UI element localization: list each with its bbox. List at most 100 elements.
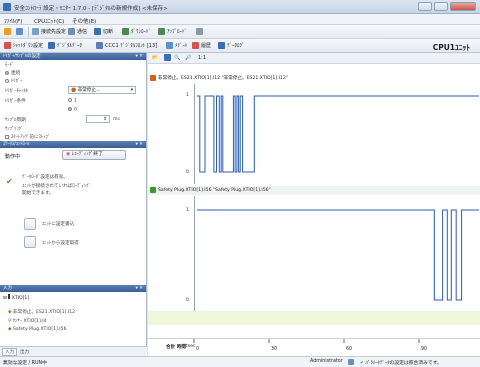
menu-icon: [196, 28, 203, 35]
tree-item-estop[interactable]: ◆ 非常停止。ES21.XTIO[1].I12: [8, 309, 75, 315]
menu-bar: ﾌｧｲﾙ(F) CPUﾕﾆｯﾄ(C) その他(E): [0, 14, 480, 25]
write-settings-label[interactable]: ﾕﾆｯﾄに設定書込: [42, 221, 74, 227]
x-tick-label: 30: [271, 346, 277, 352]
tree-root[interactable]: ⊟ XTIO[1]: [3, 294, 29, 301]
tab-output[interactable]: 出力: [20, 349, 29, 355]
mode-continuous-radio[interactable]: 連続: [5, 70, 20, 76]
sample-label: ｻﾝﾌﾟﾙ周期: [5, 118, 26, 123]
mode-label: ﾓｰﾄﾞ: [5, 63, 15, 68]
shutdown-icon: [4, 42, 11, 49]
read-icon[interactable]: [24, 236, 36, 248]
download-button[interactable]: ﾀﾞｳﾝﾛｰﾄﾞ: [122, 28, 151, 37]
read-settings-label[interactable]: ﾕﾆｯﾄから設定取得: [42, 240, 79, 246]
signal1-line: [197, 95, 479, 173]
download-icon: [122, 28, 129, 35]
connect-settings-button[interactable]: 接続先設定: [32, 28, 66, 37]
io-section-header: 入力 ▾ ✕: [0, 285, 146, 292]
tab-input[interactable]: 入力: [2, 348, 18, 356]
menu-file[interactable]: ﾌｧｲﾙ(F): [4, 17, 22, 25]
digital-icon: [48, 42, 55, 49]
history-button[interactable]: 履歴: [192, 42, 211, 51]
y-label-1-b: 1: [186, 208, 189, 213]
status-bar: 無効な設定 / RUN中 Administrator ✔ ﾊﾟﾗﾒｰﾀﾃﾞｰﾀの…: [0, 356, 480, 367]
window-title: 安全ｺﾝﾄﾛｰﾗ 設定・ﾓﾆﾀｰ 1.7.0 - [ﾃﾞｼﾞﾀﾙの新規作成] <…: [14, 6, 168, 12]
view-toolbar: ｼｬｯﾄﾀﾞｳﾝ設定 ﾃﾞｼﾞﾀﾙﾃﾞｰﾀ CCC1 ﾃﾞｼﾞﾀﾙﾌﾛﾝﾄ [1…: [0, 39, 480, 53]
trigger-channel-select[interactable]: ⬤ 非常停止... ▾: [68, 86, 136, 94]
status-section-header: ｽﾃｰﾀｽ/ｺﾝﾄﾛｰﾙ ▾ ✕: [0, 141, 146, 148]
disconnect-button[interactable]: 切断: [94, 28, 113, 37]
y-label-0-a: 0: [186, 170, 189, 175]
message-line3: 開始できます。: [22, 191, 54, 196]
tree-item-sensor[interactable]: ⚲ ｾﾝｻｰ XTIO[1].I4: [8, 318, 47, 324]
cond-one-radio[interactable]: 1: [68, 98, 77, 104]
title-bar: 安全ｺﾝﾄﾛｰﾗ 設定・ﾓﾆﾀｰ 1.7.0 - [ﾃﾞｼﾞﾀﾙの新規作成] <…: [0, 0, 480, 14]
minimize-button[interactable]: [418, 2, 432, 11]
new-icon: [4, 28, 11, 35]
upload-icon: [158, 28, 165, 35]
meter-button[interactable]: ﾒﾃﾞｰﾄ: [166, 42, 188, 51]
x-axis-ticks: 030609012: [193, 339, 427, 352]
open-icon[interactable]: 📂: [152, 54, 158, 63]
new-button[interactable]: [4, 28, 13, 37]
status-unit-icon: [348, 359, 356, 366]
signal2-header: Safety Plug.XTIO[1].I56 "Safety Plug.XTI…: [148, 186, 480, 195]
history-icon: [192, 42, 199, 49]
x-tick-label: 0: [196, 346, 199, 352]
message-line2: ﾕﾆｯﾄが接続されていればﾛｰﾃﾞｨﾝｸﾞ: [22, 184, 91, 189]
main-toolbar: 接続先設定 通信 切断 ﾀﾞｳﾝﾛｰﾄﾞ ｱｯﾌﾟﾛｰﾄﾞ: [0, 25, 480, 39]
shutdown-settings-button[interactable]: ｼｬｯﾄﾀﾞｳﾝ設定: [4, 42, 43, 51]
front-icon: [96, 42, 103, 49]
write-icon[interactable]: [24, 218, 36, 230]
maximize-button[interactable]: [434, 2, 448, 11]
time-axis: 合計 時間 tsec 030609012: [148, 338, 480, 356]
zoom-out-icon[interactable]: 🔎: [185, 54, 191, 63]
x-tick-label: 60: [346, 346, 352, 352]
settings-button[interactable]: [16, 28, 25, 37]
signal2-plot[interactable]: [194, 196, 480, 311]
trigger-channel-label: ﾄﾘｶﾞｰﾁｬﾝﾈﾙ: [5, 89, 28, 94]
signal1-header: 非常停止。ES21.XTIO[1].I12 "非常停止。ES21.XTIO[1]…: [148, 74, 480, 83]
signal1-plot[interactable]: [194, 84, 480, 184]
sample-input[interactable]: ⇕: [86, 115, 110, 123]
y-label-0-b: 0: [186, 298, 189, 303]
cond-zero-radio[interactable]: 0: [68, 107, 77, 113]
sample-unit: ms: [113, 117, 120, 122]
comm-button[interactable]: 通信: [68, 28, 87, 37]
highlight-band: [148, 311, 480, 325]
io-tabs: 入力 出力: [0, 346, 147, 356]
safety-plug-icon: [150, 186, 156, 193]
app-icon: [3, 3, 11, 11]
trigger-section-header: ﾄﾘｶﾞｰ/ｻﾝﾌﾟﾙの設定 ▾ ✕: [0, 53, 146, 60]
option-checkbox[interactable]: ｽﾀｰﾄｱｯﾌﾟ前にｽﾄｯﾌﾟ: [5, 134, 50, 140]
settings-icon: [16, 28, 23, 35]
zoom-ratio[interactable]: 1:1: [198, 54, 206, 63]
menu-cpu[interactable]: CPUﾕﾆｯﾄ(C): [34, 17, 64, 25]
state-text: 動作中: [5, 154, 21, 160]
more-button[interactable]: [196, 28, 205, 37]
mode-trigger-radio[interactable]: ﾄﾘｶﾞｰ: [5, 78, 23, 84]
close-button[interactable]: [450, 2, 476, 11]
check-icon: ✔: [6, 177, 13, 186]
x-tick-label: 90: [421, 346, 427, 352]
comm-icon: [68, 28, 75, 35]
trigger-cond-label: ﾄﾘｶﾞｰ条件: [5, 99, 26, 104]
cpu-unit-label: CPU1ﾕﾆｯﾄ: [432, 43, 470, 52]
estop-icon: [150, 74, 156, 81]
signal1-chart: [197, 95, 479, 173]
stop-recording-button[interactable]: ◉ ﾚｺｰﾃﾞｨﾝｸﾞ終了: [62, 150, 126, 160]
signal2-chart: [197, 209, 479, 301]
tree-item-safety-plug[interactable]: ◆ Safety Plug.XTIO[1].I56: [8, 327, 67, 332]
save-icon[interactable]: [164, 54, 173, 63]
graph-toolbar: 📂 🔍 🔎 1:1: [148, 53, 480, 64]
disconnect-icon: [94, 28, 101, 35]
digital-front-button[interactable]: CCC1 ﾃﾞｼﾞﾀﾙﾌﾛﾝﾄ [13]: [96, 42, 157, 51]
digital-data-button[interactable]: ﾃﾞｼﾞﾀﾙﾃﾞｰﾀ: [48, 42, 82, 51]
zoom-in-icon[interactable]: 🔍: [174, 54, 180, 63]
recording-label: ｻﾝﾌﾟﾘﾝｸﾞ: [5, 127, 24, 132]
signal2-line: [197, 209, 479, 301]
y-label-1-a: 1: [186, 93, 189, 98]
datalog-button[interactable]: ﾃﾞｰﾀﾛｸﾞ: [218, 42, 245, 51]
menu-other[interactable]: その他(E): [72, 17, 96, 25]
upload-button[interactable]: ｱｯﾌﾟﾛｰﾄﾞ: [158, 28, 187, 37]
message-line1: ﾃﾞｰﾀﾛｰﾀﾞ設定は有効。: [22, 175, 68, 180]
